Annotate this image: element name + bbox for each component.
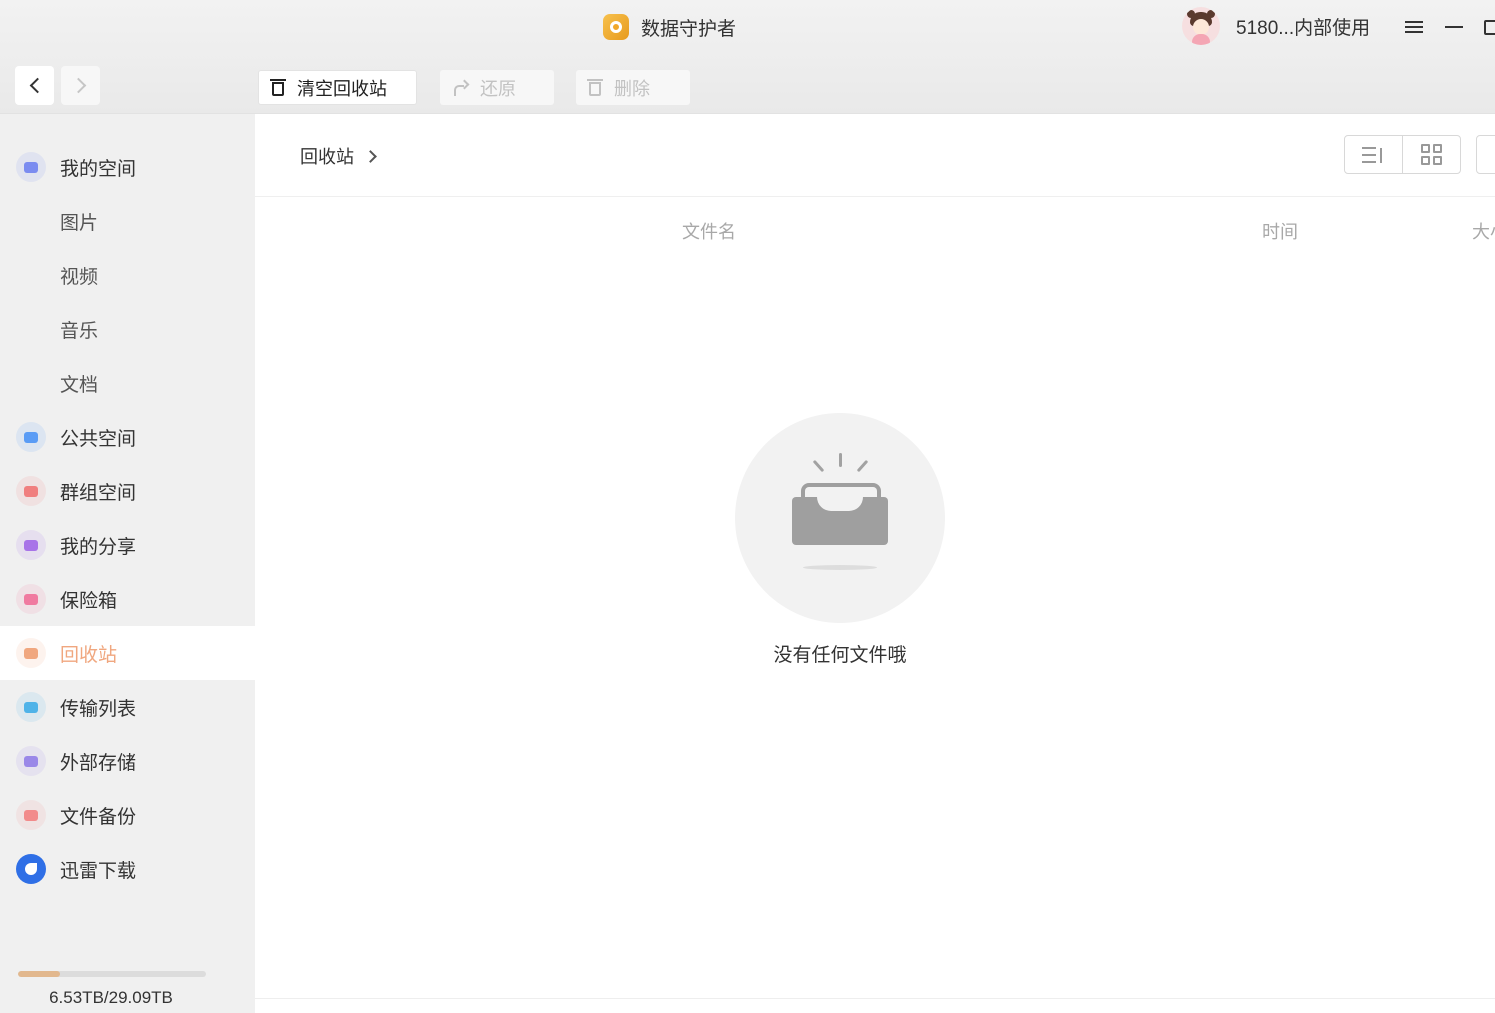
share-image-icon — [16, 530, 46, 560]
minimize-icon[interactable] — [1445, 12, 1465, 42]
view-toggle — [1344, 135, 1461, 174]
sidebar-item-transfer-list[interactable]: 传输列表 — [0, 680, 255, 734]
chevron-left-icon — [29, 77, 45, 94]
more-options-button[interactable] — [1476, 135, 1495, 174]
trash-icon — [16, 638, 46, 668]
restore-button[interactable]: 还原 — [440, 70, 554, 105]
empty-state-message: 没有任何文件哦 — [773, 645, 907, 666]
storage-progress-bar — [18, 971, 206, 977]
avatar[interactable] — [1182, 7, 1220, 45]
sidebar-item-public-space[interactable]: 公共空间 — [0, 410, 255, 464]
delete-label: 删除 — [614, 78, 650, 99]
main-content: 回收站 文件名 时间 大小 没有任何文件哦 — [255, 114, 1495, 1013]
back-button[interactable] — [15, 66, 54, 105]
sidebar-item-label: 图片 — [60, 212, 99, 234]
trash-icon — [270, 79, 286, 96]
empty-recycle-bin-label: 清空回收站 — [297, 78, 387, 99]
sidebar-item-label: 我的空间 — [60, 158, 137, 180]
app-window: 数据守护者 5180...内部使用 清空回收站 还原 删除 我的空间 图片 视频… — [0, 0, 1495, 1013]
app-logo-icon — [603, 14, 629, 40]
column-header-size[interactable]: 大小 — [1472, 218, 1495, 244]
sidebar-item-videos[interactable]: 视频 — [0, 248, 255, 302]
cloud-backup-icon — [16, 800, 46, 830]
sidebar-item-label: 迅雷下载 — [60, 860, 137, 882]
sidebar-item-my-share[interactable]: 我的分享 — [0, 518, 255, 572]
user-name[interactable]: 5180...内部使用 — [1236, 13, 1370, 40]
thunder-bird-icon — [16, 854, 46, 884]
sidebar-item-label: 文档 — [60, 374, 99, 396]
sidebar-item-external-storage[interactable]: 外部存储 — [0, 734, 255, 788]
empty-recycle-bin-button[interactable]: 清空回收站 — [258, 70, 417, 105]
app-title: 数据守护者 — [641, 18, 737, 40]
sidebar-item-label: 保险箱 — [60, 590, 118, 612]
footer-divider — [255, 998, 1495, 999]
trash-icon — [587, 79, 603, 96]
sidebar-item-recycle-bin[interactable]: 回收站 — [0, 626, 255, 680]
sidebar-item-label: 群组空间 — [60, 482, 137, 504]
sidebar-item-safe-box[interactable]: 保险箱 — [0, 572, 255, 626]
sidebar-item-documents[interactable]: 文档 — [0, 356, 255, 410]
sidebar-item-label: 回收站 — [60, 644, 118, 666]
sidebar-item-label: 外部存储 — [60, 752, 137, 774]
usb-drive-icon — [16, 746, 46, 776]
sidebar-item-label: 文件备份 — [60, 806, 137, 828]
safe-box-icon — [16, 584, 46, 614]
menu-icon[interactable] — [1405, 12, 1427, 42]
column-header-filename[interactable]: 文件名 — [682, 218, 736, 244]
empty-inbox-illustration — [735, 413, 945, 623]
breadcrumb-recycle-bin[interactable]: 回收站 — [300, 143, 354, 169]
maximize-icon[interactable] — [1484, 12, 1495, 42]
grid-view-button[interactable] — [1402, 136, 1460, 173]
storage-usage-text: 6.53TB/29.09TB — [49, 988, 173, 1007]
sidebar-item-label: 视频 — [60, 266, 99, 288]
header-divider — [255, 196, 1495, 197]
column-header-time[interactable]: 时间 — [1262, 218, 1298, 244]
paper-plane-icon — [16, 422, 46, 452]
storage-progress-fill — [18, 971, 61, 977]
title-bar: 数据守护者 5180...内部使用 清空回收站 还原 删除 — [0, 0, 1495, 114]
sidebar-item-file-backup[interactable]: 文件备份 — [0, 788, 255, 842]
forward-button[interactable] — [61, 66, 100, 105]
group-icon — [16, 476, 46, 506]
restore-arrow-icon — [452, 79, 470, 96]
list-view-button[interactable] — [1345, 136, 1402, 173]
list-sort-icon — [1361, 145, 1386, 165]
transfer-icon — [16, 692, 46, 722]
sidebar: 我的空间图片视频音乐文档公共空间群组空间我的分享保险箱回收站传输列表外部存储文件… — [0, 114, 255, 1013]
grid-icon — [1420, 143, 1443, 166]
sidebar-item-label: 音乐 — [60, 320, 99, 342]
sidebar-item-my-space[interactable]: 我的空间 — [0, 140, 255, 194]
sidebar-item-pictures[interactable]: 图片 — [0, 194, 255, 248]
sidebar-item-label: 公共空间 — [60, 428, 137, 450]
folder-space-icon — [16, 152, 46, 182]
sidebar-item-label: 传输列表 — [60, 698, 137, 720]
chevron-right-icon — [70, 77, 86, 94]
sidebar-item-group-space[interactable]: 群组空间 — [0, 464, 255, 518]
sidebar-item-music[interactable]: 音乐 — [0, 302, 255, 356]
user-account[interactable]: 5180...内部使用 — [1182, 6, 1370, 46]
chevron-right-icon — [364, 149, 377, 163]
app-title-group: 数据守护者 — [603, 12, 736, 42]
restore-label: 还原 — [480, 78, 516, 99]
sidebar-item-label: 我的分享 — [60, 536, 137, 558]
breadcrumb[interactable]: 回收站 — [300, 143, 377, 169]
sidebar-item-thunder-download[interactable]: 迅雷下载 — [0, 842, 255, 896]
delete-button[interactable]: 删除 — [576, 70, 690, 105]
